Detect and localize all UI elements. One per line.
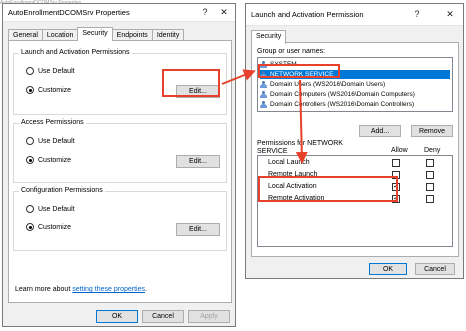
group-icon bbox=[260, 101, 268, 108]
user-name: Domain Users (WS2016\Domain Users) bbox=[270, 81, 386, 88]
activation-permissions-highlight bbox=[258, 176, 398, 202]
deny-header: Deny bbox=[424, 147, 441, 154]
radio-circle bbox=[26, 86, 34, 94]
group-icon bbox=[260, 81, 268, 88]
radio-label: Use Default bbox=[38, 67, 75, 75]
launch-activation-permission-dialog: Launch and Activation Permission ? ✕ Sec… bbox=[245, 3, 464, 279]
learn-more-link[interactable]: setting these properties bbox=[72, 286, 145, 293]
add-button[interactable]: Add... bbox=[359, 125, 401, 137]
group-or-user-label: Group or user names: bbox=[257, 48, 326, 55]
radio-circle bbox=[26, 205, 34, 213]
local-launch-deny-checkbox[interactable] bbox=[426, 159, 434, 167]
learn-more-text: Learn more about setting these propertie… bbox=[15, 286, 147, 293]
remove-button[interactable]: Remove bbox=[411, 125, 453, 137]
remote-launch-deny-checkbox[interactable] bbox=[426, 171, 434, 179]
group-label: Launch and Activation Permissions bbox=[19, 49, 132, 56]
radio-circle bbox=[26, 67, 34, 75]
learn-more-prefix: Learn more about bbox=[15, 286, 73, 293]
cancel-button[interactable]: Cancel bbox=[142, 310, 184, 323]
user-name: Domain Controllers (WS2016\Domain Contro… bbox=[270, 101, 415, 108]
launch-use-default-radio[interactable]: Use Default bbox=[26, 67, 75, 75]
close-icon[interactable]: ✕ bbox=[442, 7, 458, 22]
user-name: Domain Computers (WS2016\Domain Computer… bbox=[270, 91, 415, 98]
tab-security[interactable]: Security bbox=[77, 27, 113, 41]
radio-label: Use Default bbox=[38, 205, 75, 213]
allow-header: Allow bbox=[391, 147, 408, 154]
learn-more-suffix: . bbox=[144, 286, 147, 293]
help-icon[interactable]: ? bbox=[197, 5, 213, 20]
radio-label: Customize bbox=[38, 156, 72, 164]
access-permissions-group: Access Permissions Use Default Customize… bbox=[13, 119, 227, 183]
access-customize-radio[interactable]: Customize bbox=[26, 156, 71, 164]
network-service-highlight bbox=[258, 64, 340, 78]
permissions-for-label: Permissions for NETWORK SERVICE bbox=[257, 140, 343, 156]
radio-label: Customize bbox=[38, 223, 72, 231]
tab-security[interactable]: Security bbox=[251, 30, 287, 44]
local-activation-deny-checkbox[interactable] bbox=[426, 183, 434, 191]
launch-customize-radio[interactable]: Customize bbox=[26, 86, 71, 94]
access-edit-button[interactable]: Edit... bbox=[176, 155, 220, 168]
permission-titlebar: Launch and Activation Permission ? ✕ bbox=[246, 4, 463, 26]
cancel-button[interactable]: Cancel bbox=[415, 263, 455, 275]
help-icon[interactable]: ? bbox=[409, 7, 425, 22]
radio-circle bbox=[26, 223, 34, 231]
ok-button[interactable]: OK bbox=[369, 263, 407, 275]
permissions-label-line: Permissions for NETWORK bbox=[257, 140, 343, 147]
group-label: Access Permissions bbox=[19, 119, 86, 126]
tab-strip: Security bbox=[251, 30, 287, 46]
remote-activation-deny-checkbox[interactable] bbox=[426, 195, 434, 203]
properties-dialog: AutoEnrollmentDCOMSrv Properties ? ✕ Gen… bbox=[2, 3, 236, 327]
list-item[interactable]: Domain Controllers (WS2016\Domain Contro… bbox=[260, 100, 450, 109]
access-use-default-radio[interactable]: Use Default bbox=[26, 137, 75, 145]
radio-circle bbox=[26, 137, 34, 145]
permission-name: Local Launch bbox=[268, 159, 310, 166]
properties-titlebar: AutoEnrollmentDCOMSrv Properties ? ✕ bbox=[3, 4, 235, 22]
group-label: Configuration Permissions bbox=[19, 187, 105, 194]
local-launch-allow-checkbox[interactable] bbox=[392, 159, 400, 167]
radio-label: Use Default bbox=[38, 137, 75, 145]
ok-button[interactable]: OK bbox=[96, 310, 138, 323]
radio-circle bbox=[26, 156, 34, 164]
dialog-title: Launch and Activation Permission bbox=[251, 10, 364, 19]
edit-button-highlight bbox=[162, 69, 220, 97]
group-icon bbox=[260, 91, 268, 98]
dialog-title: AutoEnrollmentDCOMSrv Properties bbox=[8, 8, 130, 17]
list-item[interactable]: Domain Users (WS2016\Domain Users) bbox=[260, 80, 450, 89]
list-item[interactable]: Domain Computers (WS2016\Domain Computer… bbox=[260, 90, 450, 99]
config-edit-button[interactable]: Edit... bbox=[176, 223, 220, 236]
configuration-permissions-group: Configuration Permissions Use Default Cu… bbox=[13, 187, 227, 251]
config-customize-radio[interactable]: Customize bbox=[26, 223, 71, 231]
radio-label: Customize bbox=[38, 86, 72, 94]
config-use-default-radio[interactable]: Use Default bbox=[26, 205, 75, 213]
close-icon[interactable]: ✕ bbox=[216, 5, 232, 20]
apply-button[interactable]: Apply bbox=[188, 310, 230, 323]
